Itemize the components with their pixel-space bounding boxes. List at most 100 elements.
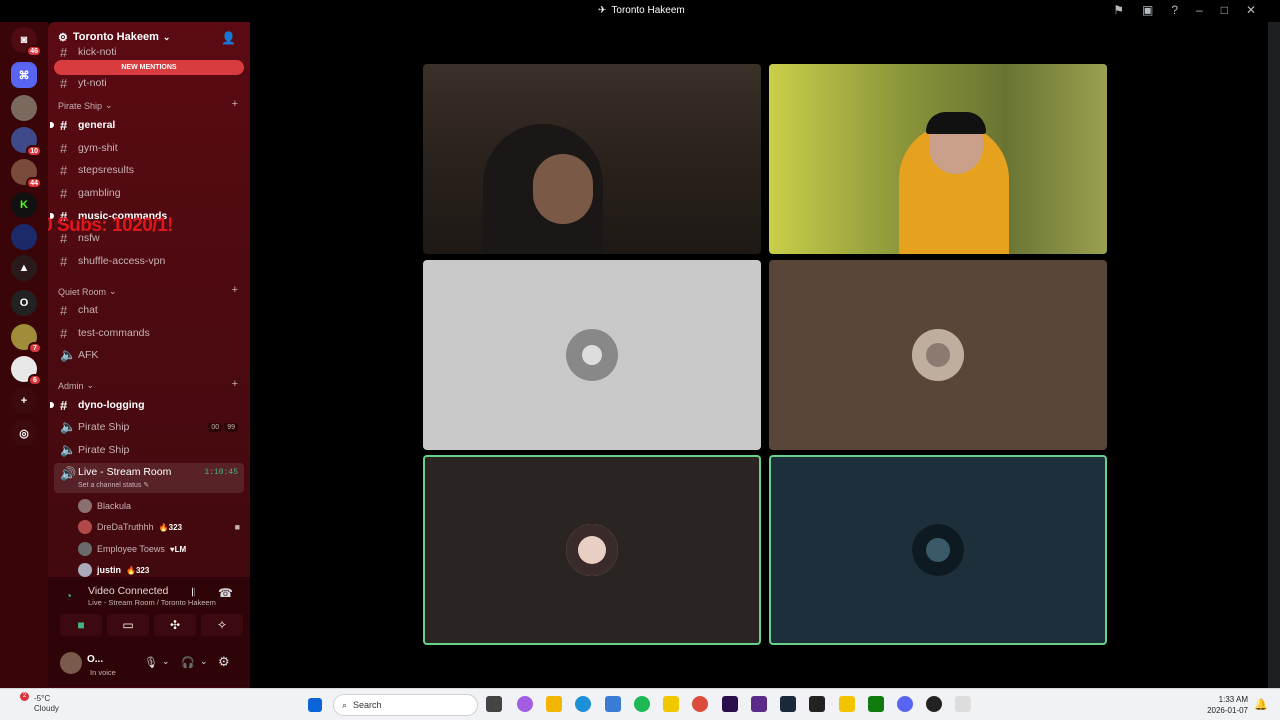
channel-general[interactable]: # general [50, 115, 244, 135]
warning-app-icon[interactable] [839, 696, 855, 712]
activities-button[interactable]: ✣ [154, 614, 196, 636]
channel-shuffle-access-vpn[interactable]: # shuffle-access-vpn [54, 251, 244, 271]
discover-icon[interactable]: ◎ [11, 420, 37, 446]
server-icon[interactable]: ▲ [11, 255, 37, 281]
file-explorer-icon[interactable] [546, 696, 562, 712]
help-icon[interactable]: ? [1171, 3, 1178, 17]
add-server-button[interactable]: + [11, 388, 37, 414]
channel-gym-shit[interactable]: # gym-shit [54, 138, 244, 158]
voice-user[interactable]: Blackula [78, 497, 131, 515]
notification-icon[interactable]: 🔔 [1254, 698, 1268, 711]
voice-channel-live-stream-room[interactable]: 🔊 Live - Stream Room 1:10:45 Set a chann… [54, 463, 244, 493]
noise-suppression-icon[interactable]: 𝄃 [192, 587, 194, 600]
chrome-icon[interactable] [692, 696, 708, 712]
avatar-tile-3[interactable] [423, 455, 761, 645]
headphones-icon[interactable]: 🎧 [181, 656, 195, 669]
weather-widget[interactable]: 2 -5°C Cloudy [10, 692, 59, 714]
server-icon[interactable] [11, 95, 37, 121]
create-channel-icon[interactable]: + [232, 98, 238, 110]
edge-icon[interactable] [575, 696, 591, 712]
server-icon[interactable]: 7 [11, 324, 42, 354]
server-icon[interactable]: 10 [11, 127, 42, 157]
voice-user-limit: 00 99 [208, 422, 238, 432]
task-view-icon[interactable] [486, 696, 502, 712]
create-channel-icon[interactable]: + [232, 284, 238, 296]
channel-dyno-logging[interactable]: # dyno-logging [50, 395, 244, 415]
voice-user[interactable]: DreDaTruthhh 🔥323 ■ [78, 518, 240, 536]
app-icon[interactable] [751, 696, 767, 712]
voice-channel-pirate-ship[interactable]: 🔈 Pirate Ship 00 99 [54, 417, 244, 437]
category-quiet-room[interactable]: Quiet Room ⌄ [58, 286, 117, 297]
channel-chat[interactable]: # chat [54, 300, 244, 320]
camera-button[interactable]: ■ [60, 614, 102, 636]
windows-start-icon[interactable] [308, 698, 322, 712]
steam-icon[interactable] [780, 696, 796, 712]
avatar-tile-4[interactable] [769, 455, 1107, 645]
inbox-icon[interactable]: ▣ [1142, 3, 1153, 17]
voice-user[interactable]: Employee Toews ♥LM [78, 540, 186, 558]
kick-server-icon[interactable]: K [11, 192, 37, 218]
channel-status[interactable]: Set a channel status ✎ [78, 481, 149, 489]
category-pirate-ship[interactable]: Pirate Ship ⌄ [58, 100, 113, 111]
chevron-down-icon[interactable]: ⌄ [162, 656, 170, 667]
chevron-down-icon: ⌄ [162, 31, 171, 42]
home-button[interactable]: ◙ 46 [11, 27, 42, 57]
microphone-icon[interactable]: 🎙 [144, 656, 158, 669]
avatar-tile-1[interactable] [423, 260, 761, 450]
xbox-icon[interactable] [868, 696, 884, 712]
server-badge: 44 [26, 177, 42, 189]
new-mentions-banner[interactable]: NEW MENTIONS [54, 60, 244, 75]
voice-status[interactable]: Video Connected [88, 585, 168, 597]
avatar [912, 524, 964, 576]
chevron-down-icon[interactable]: ⌄ [200, 656, 208, 667]
chevron-down-icon: ⌄ [86, 380, 95, 390]
voice-channel-pirate-ship-2[interactable]: 🔈 Pirate Ship [54, 440, 244, 460]
soundboard-button[interactable]: ✧ [201, 614, 243, 636]
maximize-button[interactable]: □ [1221, 3, 1228, 17]
avatar-tile-2[interactable] [769, 260, 1107, 450]
invite-member-icon[interactable]: 👤 [221, 31, 236, 45]
channel-test-commands[interactable]: # test-commands [54, 323, 244, 343]
notepad-icon[interactable] [605, 696, 621, 712]
username[interactable]: O... [87, 654, 103, 665]
camera-icon: ■ [234, 522, 240, 532]
home-badge: 46 [26, 45, 42, 57]
channel-gambling[interactable]: # gambling [54, 183, 244, 203]
premiere-icon[interactable] [722, 696, 738, 712]
discord-icon[interactable] [897, 696, 913, 712]
app-icon[interactable] [663, 696, 679, 712]
server-icon[interactable]: 6 [11, 356, 42, 386]
server-icon[interactable]: O [11, 290, 37, 316]
video-tile-2[interactable] [769, 64, 1107, 254]
gear-icon[interactable]: ⚙ [218, 654, 230, 670]
unread-indicator [50, 122, 54, 128]
snipping-tool-icon[interactable] [955, 696, 971, 712]
avatar[interactable] [60, 652, 82, 674]
spotify-icon[interactable] [634, 696, 650, 712]
server-icon[interactable]: 44 [11, 159, 42, 189]
server-icon[interactable] [11, 224, 37, 250]
inbox-flag-icon[interactable]: ⚑ [1113, 3, 1124, 17]
speaker-icon: 🔈 [60, 419, 77, 434]
app-icon[interactable] [809, 696, 825, 712]
voice-location[interactable]: Live - Stream Room / Toronto Hakeem [88, 598, 216, 607]
title-bar: ✈ Toronto Hakeem ⚑ ▣ ? – □ ✕ [0, 0, 1280, 22]
disconnect-icon[interactable]: ☎ [218, 586, 233, 600]
copilot-icon[interactable] [517, 696, 533, 712]
screen-share-button[interactable]: ▭ [107, 614, 149, 636]
server-badge: 7 [28, 342, 42, 354]
close-button[interactable]: ✕ [1246, 3, 1256, 17]
hash-icon: # [60, 185, 68, 201]
create-channel-icon[interactable]: + [232, 378, 238, 390]
channel-afk[interactable]: 🔈 AFK [54, 345, 244, 365]
channel-stepsresults[interactable]: # stepsresults [54, 160, 244, 180]
taskbar-search[interactable]: ⌕ Search [333, 694, 478, 716]
minimize-button[interactable]: – [1196, 3, 1203, 17]
obs-icon[interactable] [926, 696, 942, 712]
category-admin[interactable]: Admin ⌄ [58, 380, 94, 391]
channel-yt-noti[interactable]: # yt-noti [54, 76, 244, 90]
server-icon[interactable]: ⌘ [11, 62, 37, 88]
channel-kick-noti[interactable]: # kick-noti [54, 46, 244, 58]
video-tile-1[interactable] [423, 64, 761, 254]
system-clock[interactable]: 1:33 AM 2026-01-07 [1207, 694, 1248, 716]
